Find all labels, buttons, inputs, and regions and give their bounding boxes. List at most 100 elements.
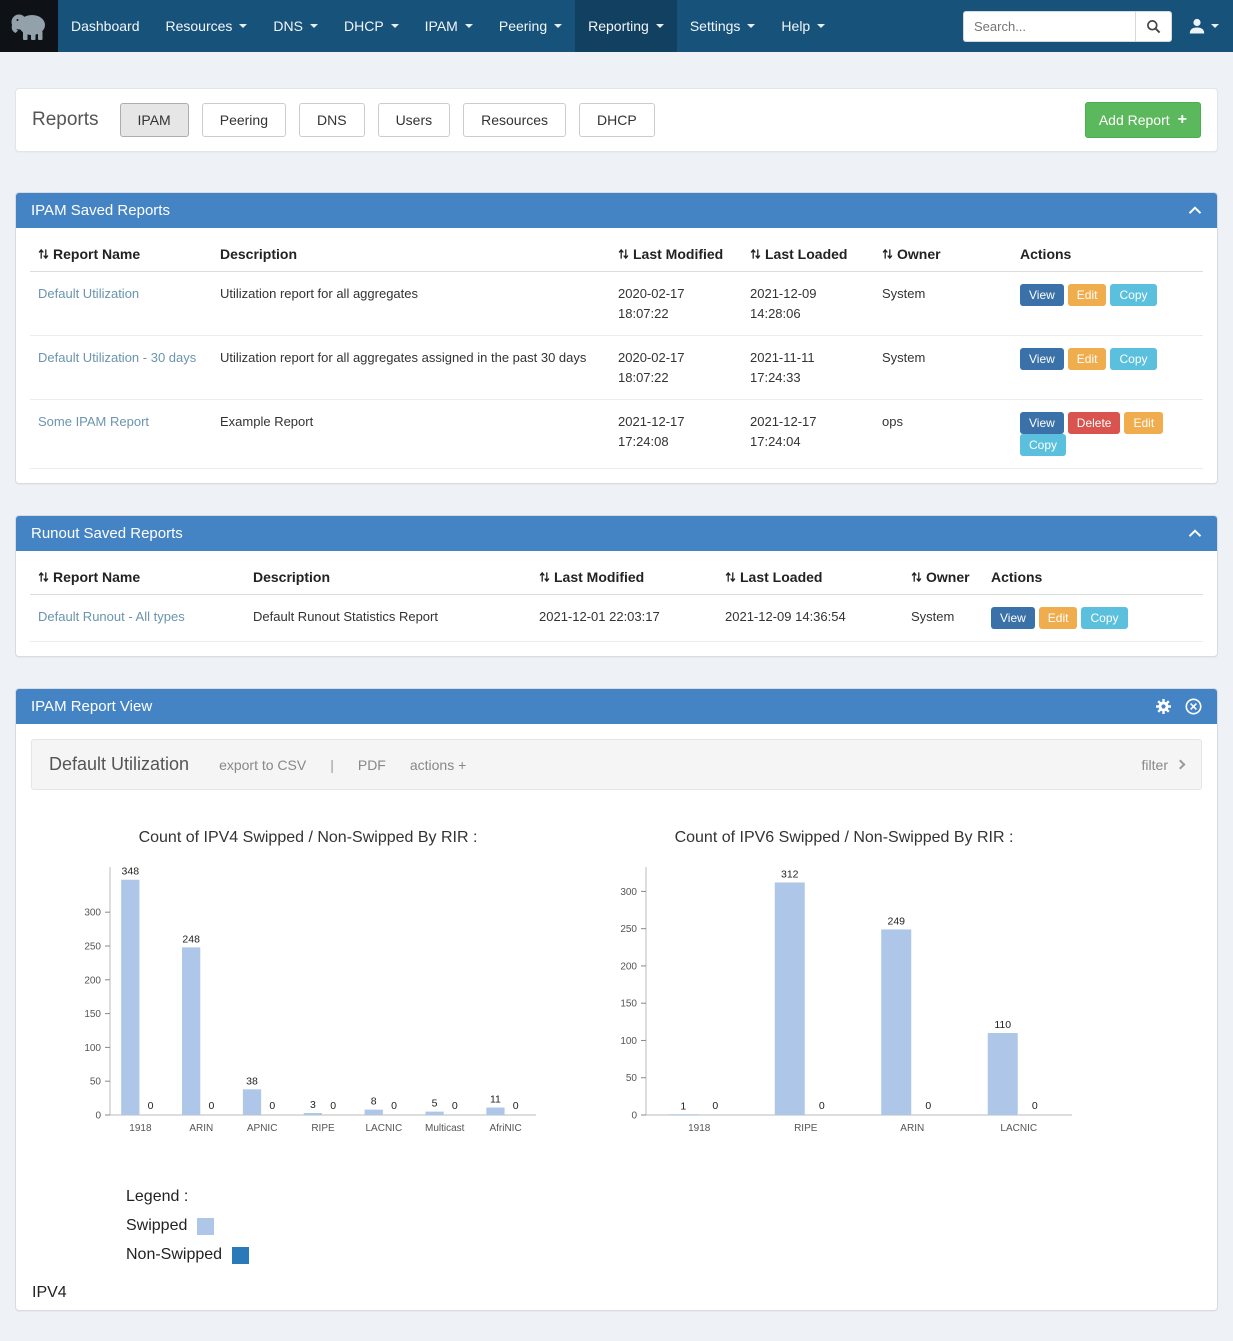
owner-cell: System xyxy=(874,336,1012,400)
column-header-owner[interactable]: Owner xyxy=(903,555,983,595)
column-header-last-loaded[interactable]: Last Loaded xyxy=(717,555,903,595)
actions-cell: ViewEditCopy xyxy=(1012,272,1203,336)
view-button[interactable]: View xyxy=(1020,412,1064,434)
ipam-saved-reports-header: IPAM Saved Reports xyxy=(16,193,1217,228)
column-label: Description xyxy=(220,246,297,262)
svg-text:150: 150 xyxy=(620,999,637,1010)
column-header-last-modified[interactable]: Last Modified xyxy=(531,555,717,595)
nav-item-label: IPAM xyxy=(425,18,458,34)
add-report-label: Add Report xyxy=(1099,112,1170,128)
nav-item-reporting[interactable]: Reporting xyxy=(575,0,677,52)
copy-button[interactable]: Copy xyxy=(1081,607,1127,629)
svg-text:1: 1 xyxy=(680,1100,686,1112)
bar-chart: 05010015020025030019183480ARIN2480APNIC3… xyxy=(58,849,558,1149)
filter-link[interactable]: filter xyxy=(1142,757,1184,773)
svg-text:312: 312 xyxy=(781,868,799,880)
tab-resources[interactable]: Resources xyxy=(463,103,566,137)
collapse-chevron-icon[interactable] xyxy=(1188,206,1202,215)
nav-item-label: Peering xyxy=(499,18,547,34)
svg-text:248: 248 xyxy=(182,933,200,945)
svg-text:8: 8 xyxy=(371,1096,377,1108)
tab-ipam[interactable]: IPAM xyxy=(120,103,189,137)
export-csv-link[interactable]: export to CSV xyxy=(219,757,306,773)
user-menu[interactable] xyxy=(1188,17,1219,35)
tab-peering[interactable]: Peering xyxy=(202,103,286,137)
nav-item-ipam[interactable]: IPAM xyxy=(412,0,486,52)
close-icon[interactable] xyxy=(1185,698,1202,715)
sort-icon xyxy=(618,248,629,260)
bar-swipped xyxy=(425,1112,443,1115)
svg-text:0: 0 xyxy=(391,1100,397,1112)
nav-item-resources[interactable]: Resources xyxy=(153,0,261,52)
view-button[interactable]: View xyxy=(1020,348,1064,370)
gear-icon[interactable] xyxy=(1155,698,1172,715)
collapse-chevron-icon[interactable] xyxy=(1188,529,1202,538)
app-logo[interactable] xyxy=(0,0,58,52)
column-header-report-name[interactable]: Report Name xyxy=(30,555,245,595)
tab-dhcp[interactable]: DHCP xyxy=(579,103,655,137)
edit-button[interactable]: Edit xyxy=(1124,412,1163,434)
last-loaded-cell: 2021-11-11 17:24:33 xyxy=(742,336,874,400)
report-name-link[interactable]: Default Utilization xyxy=(38,286,139,301)
edit-button[interactable]: Edit xyxy=(1068,348,1107,370)
last-modified-cell: 2021-12-17 17:24:08 xyxy=(610,400,742,469)
tab-dns[interactable]: DNS xyxy=(299,103,365,137)
svg-text:0: 0 xyxy=(95,1111,101,1122)
svg-text:0: 0 xyxy=(269,1100,275,1112)
charts-row: Count of IPV4 Swipped / Non-Swipped By R… xyxy=(16,805,1217,1154)
last-modified-cell: 2020-02-17 18:07:22 xyxy=(610,272,742,336)
bar-swipped xyxy=(988,1033,1018,1115)
svg-text:0: 0 xyxy=(712,1100,718,1112)
report-name-link[interactable]: Some IPAM Report xyxy=(38,414,149,429)
bar-chart: 050100150200250300191810RIPE3120ARIN2490… xyxy=(594,849,1094,1149)
add-report-button[interactable]: Add Report + xyxy=(1085,102,1201,138)
actions-link[interactable]: actions + xyxy=(410,757,466,773)
delete-button[interactable]: Delete xyxy=(1068,412,1121,434)
runout-saved-reports-panel: Runout Saved Reports Report NameDescript… xyxy=(15,515,1218,657)
reports-toolbar: Reports IPAMPeeringDNSUsersResourcesDHCP… xyxy=(15,88,1218,152)
nav-item-help[interactable]: Help xyxy=(768,0,838,52)
column-header-owner[interactable]: Owner xyxy=(874,232,1012,272)
search-icon xyxy=(1146,19,1161,34)
edit-button[interactable]: Edit xyxy=(1039,607,1078,629)
column-header-last-loaded[interactable]: Last Loaded xyxy=(742,232,874,272)
svg-text:300: 300 xyxy=(84,908,101,919)
pdf-link[interactable]: PDF xyxy=(358,757,386,773)
tab-users[interactable]: Users xyxy=(378,103,451,137)
copy-button[interactable]: Copy xyxy=(1110,284,1156,306)
ipam-reports-table: Report Name Description Last ModifiedLast … xyxy=(30,232,1203,469)
panel-title: IPAM Report View xyxy=(31,698,152,715)
nav-item-settings[interactable]: Settings xyxy=(677,0,769,52)
svg-text:AfriNIC: AfriNIC xyxy=(489,1123,521,1134)
copy-button[interactable]: Copy xyxy=(1110,348,1156,370)
nav-item-peering[interactable]: Peering xyxy=(486,0,575,52)
column-header-last-modified[interactable]: Last Modified xyxy=(610,232,742,272)
nav-item-label: Dashboard xyxy=(71,18,140,34)
view-button[interactable]: View xyxy=(1020,284,1064,306)
column-header-report-name[interactable]: Report Name xyxy=(30,232,212,272)
nav-item-label: Help xyxy=(781,18,810,34)
nav-item-dns[interactable]: DNS xyxy=(260,0,331,52)
svg-text:0: 0 xyxy=(819,1100,825,1112)
svg-text:0: 0 xyxy=(925,1100,931,1112)
nav-item-dhcp[interactable]: DHCP xyxy=(331,0,412,52)
report-name-link[interactable]: Default Utilization - 30 days xyxy=(38,350,196,365)
report-name-link[interactable]: Default Runout - All types xyxy=(38,609,185,624)
search-button[interactable] xyxy=(1135,11,1172,42)
legend-swatch xyxy=(197,1218,214,1235)
report-name-cell: Some IPAM Report xyxy=(30,400,212,469)
report-title: Default Utilization xyxy=(49,754,189,775)
svg-text:300: 300 xyxy=(620,887,637,898)
bar-swipped xyxy=(365,1110,383,1115)
legend-label: Non-Swipped xyxy=(126,1246,222,1264)
caret-down-icon xyxy=(1211,24,1219,28)
edit-button[interactable]: Edit xyxy=(1068,284,1107,306)
svg-text:0: 0 xyxy=(148,1100,154,1112)
legend-label: Swipped xyxy=(126,1217,187,1235)
copy-button[interactable]: Copy xyxy=(1020,434,1066,456)
view-button[interactable]: View xyxy=(991,607,1035,629)
nav-item-dashboard[interactable]: Dashboard xyxy=(58,0,153,52)
chart-legend: Legend : SwippedNon-Swipped xyxy=(126,1188,1217,1264)
panel-title: Runout Saved Reports xyxy=(31,525,183,542)
search-input[interactable] xyxy=(963,11,1135,42)
